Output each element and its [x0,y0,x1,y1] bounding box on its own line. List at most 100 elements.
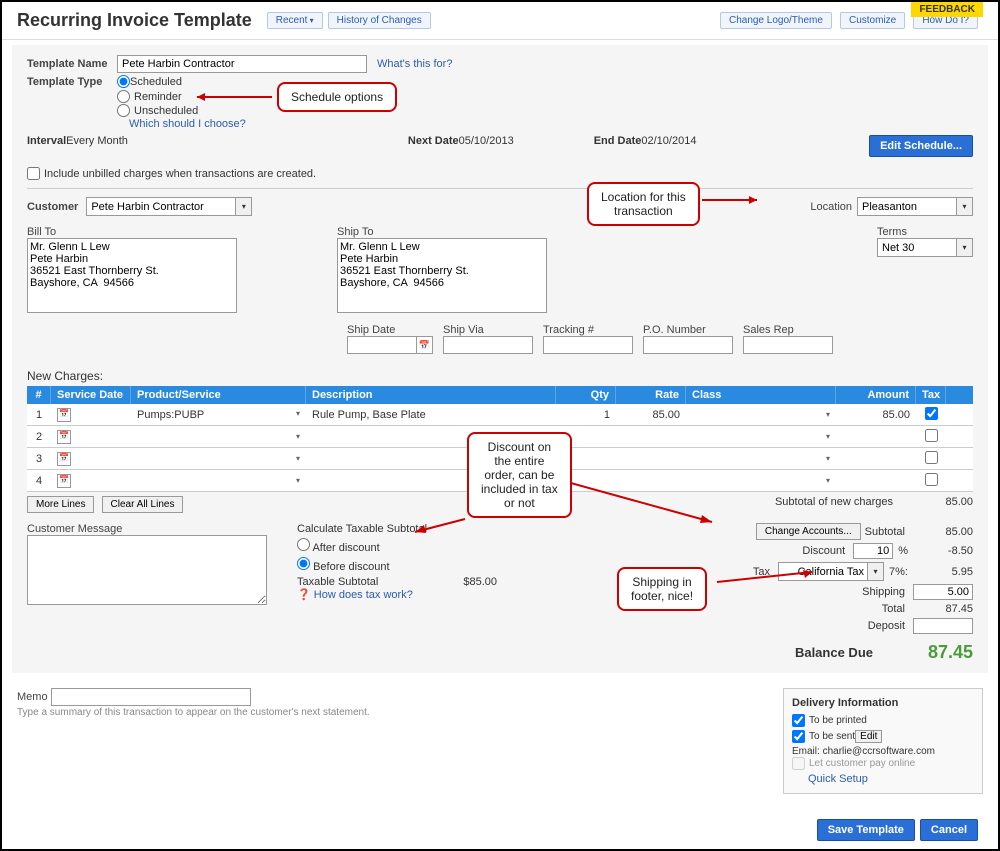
page-title: Recurring Invoice Template [17,10,252,31]
tax-checkbox[interactable] [925,429,938,442]
calendar-icon[interactable]: 📅 [57,408,71,422]
calendar-icon[interactable]: 📅 [57,474,71,488]
interval-value: Every Month [66,135,128,147]
feedback-tab[interactable]: FEEDBACK [911,2,983,17]
include-unbilled-label: Include unbilled charges when transactio… [44,168,316,180]
delivery-title: Delivery Information [792,697,974,709]
reminder-label: Reminder [134,91,182,103]
bill-to-textarea[interactable]: Mr. Glenn L Lew Pete Harbin 36521 East T… [27,238,237,313]
ship-to-label: Ship To [337,226,547,238]
callout-discount: Discount on the entire order, can be inc… [467,432,572,518]
dropdown-arrow-icon[interactable]: ▾ [826,410,830,419]
edit-schedule-button[interactable]: Edit Schedule... [869,135,973,157]
ship-via-label: Ship Via [443,324,533,336]
tax-checkbox[interactable] [925,407,938,420]
sales-rep-label: Sales Rep [743,324,833,336]
clear-lines-button[interactable]: Clear All Lines [102,496,184,513]
next-date-value: 05/10/2013 [459,135,514,147]
calendar-icon[interactable]: 📅 [57,430,71,444]
next-date-label: Next Date [408,135,459,147]
dropdown-arrow-icon[interactable]: ▾ [296,476,300,485]
location-dropdown-arrow[interactable]: ▾ [957,197,973,216]
delivery-email: charlie@ccrsoftware.com [823,746,935,757]
scheduled-label: Scheduled [130,76,182,88]
discount-value: -8.50 [913,545,973,557]
save-template-button[interactable]: Save Template [817,819,915,841]
customer-label: Customer [27,201,78,213]
tax-help-link[interactable]: How does tax work? [314,589,413,601]
memo-hint: Type a summary of this transaction to ap… [17,707,370,718]
interval-label: Interval [27,135,66,147]
before-discount-radio[interactable] [297,557,310,570]
history-button[interactable]: History of Changes [328,12,431,29]
calendar-icon[interactable]: 📅 [57,452,71,466]
page-header: Recurring Invoice Template Recent Histor… [2,2,998,40]
bill-to-label: Bill To [27,226,237,238]
tracking-label: Tracking # [543,324,633,336]
ship-via-input[interactable] [443,336,533,354]
tax-checkbox[interactable] [925,451,938,464]
customer-dropdown-arrow[interactable]: ▾ [236,197,252,216]
which-choose-link[interactable]: Which should I choose? [129,118,246,130]
table-header: # Service Date Product/Service Descripti… [27,386,973,404]
total-value: 87.45 [913,603,973,615]
po-input[interactable] [643,336,733,354]
reminder-radio[interactable] [117,90,130,103]
ship-date-label: Ship Date [347,324,433,336]
subtotal-value: 85.00 [913,526,973,538]
edit-delivery-button[interactable]: Edit [855,730,882,743]
more-lines-button[interactable]: More Lines [27,496,94,513]
quick-setup-link[interactable]: Quick Setup [808,773,868,785]
unscheduled-radio[interactable] [117,104,130,117]
shipping-input[interactable] [913,584,973,600]
po-label: P.O. Number [643,324,733,336]
terms-dropdown-arrow[interactable]: ▾ [957,238,973,257]
to-be-printed-checkbox[interactable] [792,714,805,727]
template-name-input[interactable] [117,55,367,73]
customer-message-label: Customer Message [27,523,277,535]
memo-input[interactable] [51,688,251,706]
new-charges-title: New Charges: [27,369,973,383]
customer-message-textarea[interactable] [27,535,267,605]
dropdown-arrow-icon[interactable]: ▾ [826,432,830,441]
end-date-label: End Date [594,135,642,147]
calendar-icon[interactable]: 📅 [417,336,433,354]
template-name-label: Template Name [27,58,117,70]
dropdown-arrow-icon[interactable]: ▾ [296,409,300,418]
recent-button[interactable]: Recent [267,12,323,29]
location-input[interactable] [857,197,957,216]
discount-pct-input[interactable] [853,543,893,559]
deposit-input[interactable] [913,618,973,634]
callout-schedule: Schedule options [277,82,397,112]
change-accounts-button[interactable]: Change Accounts... [756,523,861,540]
whats-this-link[interactable]: What's this for? [377,58,452,70]
scheduled-radio[interactable] [117,75,130,88]
ship-to-textarea[interactable]: Mr. Glenn L Lew Pete Harbin 36521 East T… [337,238,547,313]
change-logo-button[interactable]: Change Logo/Theme [720,12,832,29]
cancel-button[interactable]: Cancel [920,819,978,841]
sales-rep-input[interactable] [743,336,833,354]
callout-shipping: Shipping in footer, nice! [617,567,707,611]
subtotal-new-label: Subtotal of new charges [775,496,893,508]
dropdown-arrow-icon[interactable]: ▾ [296,432,300,441]
customize-button[interactable]: Customize [840,12,905,29]
tracking-input[interactable] [543,336,633,354]
table-row[interactable]: 1 📅 Pumps:PUBP▾ Rule Pump, Base Plate 1 … [27,404,973,426]
balance-label: Balance Due [795,645,873,660]
after-discount-radio[interactable] [297,538,310,551]
dropdown-arrow-icon[interactable]: ▾ [826,454,830,463]
unscheduled-label: Unscheduled [134,105,198,117]
customer-input[interactable] [86,197,236,216]
end-date-value: 02/10/2014 [641,135,696,147]
include-unbilled-checkbox[interactable] [27,167,40,180]
to-be-sent-checkbox[interactable] [792,730,805,743]
taxable-subtotal-value: $85.00 [463,576,497,588]
terms-input[interactable] [877,238,957,257]
dropdown-arrow-icon[interactable]: ▾ [826,476,830,485]
ship-date-input[interactable] [347,336,417,354]
tax-checkbox[interactable] [925,473,938,486]
location-label: Location [810,201,852,213]
dropdown-arrow-icon[interactable]: ▾ [296,454,300,463]
template-type-label: Template Type [27,76,117,88]
balance-value: 87.45 [893,642,973,663]
